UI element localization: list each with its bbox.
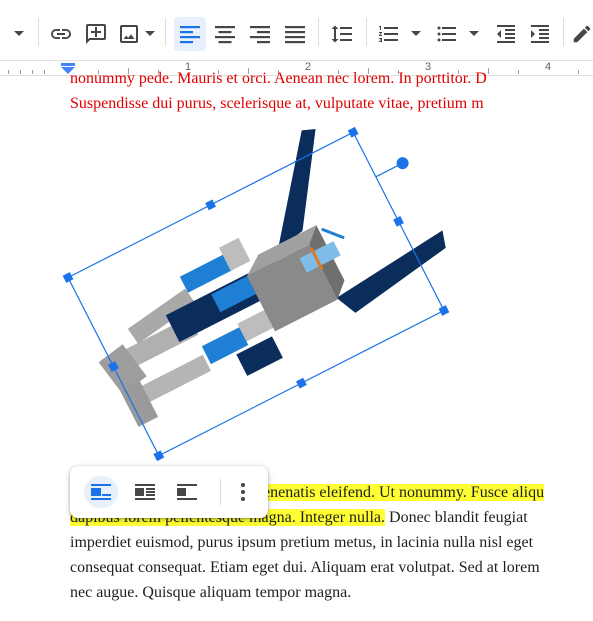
link-icon[interactable] <box>45 17 77 51</box>
align-justify-icon[interactable] <box>279 17 311 51</box>
toolbar-divider <box>38 18 39 46</box>
wrap-text-icon <box>135 484 155 500</box>
document-text-line: consequat consequat. Etiam eget dui. Ali… <box>70 559 540 576</box>
wrap-text-button[interactable] <box>128 476 162 508</box>
toolbar-divider <box>366 18 367 46</box>
in-line-icon <box>91 484 111 500</box>
bulleted-list-icon[interactable] <box>432 17 462 51</box>
document-text: Donec blandit feugiat <box>385 509 528 526</box>
pencil-icon[interactable] <box>570 17 593 51</box>
align-right-icon[interactable] <box>244 17 276 51</box>
more-vert-icon <box>241 483 245 501</box>
chevron-down-icon[interactable] <box>404 17 428 51</box>
document-text-line: nonummy pede. Mauris et orci. Aenean nec… <box>70 70 487 87</box>
chevron-down-icon[interactable] <box>462 17 486 51</box>
image-icon[interactable] <box>114 17 144 51</box>
toolbar-divider <box>318 18 319 46</box>
align-left-icon[interactable] <box>174 17 206 51</box>
robot-image[interactable] <box>0 125 593 465</box>
increase-indent-icon[interactable] <box>524 17 556 51</box>
toolbar-divider <box>165 18 166 46</box>
more-options-button[interactable] <box>228 476 258 508</box>
robot-illustration <box>98 128 446 427</box>
chevron-down-icon[interactable] <box>142 17 158 51</box>
toolbar-divider <box>563 18 564 46</box>
break-text-icon <box>177 484 197 500</box>
document-text-line: nec augue. Quisque aliquam tempor magna. <box>70 584 352 601</box>
in-line-button[interactable] <box>84 476 118 508</box>
align-center-icon[interactable] <box>209 17 241 51</box>
highlighted-text: venenatis eleifend. Ut nonummy. Fusce al… <box>255 484 545 501</box>
document-text-line: Suspendisse dui purus, scelerisque at, v… <box>70 95 484 112</box>
numbered-list-icon[interactable] <box>374 17 404 51</box>
line-spacing-icon[interactable] <box>326 17 358 51</box>
rotate-handle-icon[interactable] <box>395 155 411 171</box>
chevron-down-icon[interactable] <box>8 17 30 51</box>
document-text-line: imperdiet euismod, purus ipsum pretium m… <box>70 534 534 551</box>
formatting-toolbar <box>0 0 593 60</box>
decrease-indent-icon[interactable] <box>490 17 522 51</box>
image-options-toolbar <box>70 466 268 518</box>
break-text-button[interactable] <box>170 476 204 508</box>
toolbar-divider <box>220 479 221 505</box>
add-comment-icon[interactable] <box>80 17 112 51</box>
